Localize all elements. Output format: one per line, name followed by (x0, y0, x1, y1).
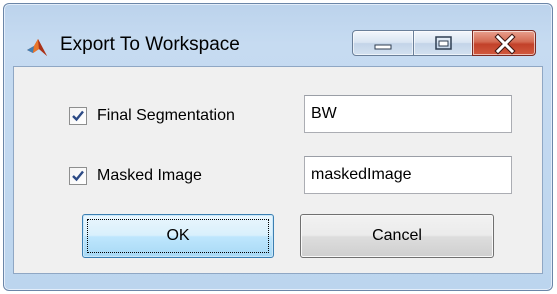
matlab-membrane-icon[interactable] (26, 36, 48, 58)
masked-image-label: Masked Image (97, 167, 202, 184)
final-segmentation-checkbox[interactable] (69, 107, 87, 125)
masked-image-variable-field[interactable]: maskedImage (304, 156, 512, 194)
cancel-button-label: Cancel (372, 227, 422, 244)
minimize-button[interactable] (352, 30, 414, 56)
maximize-button[interactable] (413, 30, 473, 56)
close-icon (494, 33, 516, 55)
final-segmentation-variable-field[interactable]: BW (304, 95, 512, 133)
maximize-icon (435, 36, 452, 50)
minimize-icon (374, 44, 392, 50)
masked-image-checkbox[interactable] (69, 167, 87, 185)
checkmark-icon (72, 110, 84, 122)
window-title: Export To Workspace (60, 34, 240, 55)
export-to-workspace-dialog: Export To Workspace Final Segmentation B… (3, 3, 553, 291)
dialog-content: Final Segmentation BW Masked Image maske… (13, 66, 543, 274)
final-segmentation-label: Final Segmentation (97, 107, 235, 124)
focus-indicator (87, 219, 269, 253)
ok-button[interactable]: OK (82, 214, 274, 258)
close-button[interactable] (472, 30, 536, 56)
cancel-button[interactable]: Cancel (300, 214, 494, 258)
checkmark-icon (72, 170, 84, 182)
